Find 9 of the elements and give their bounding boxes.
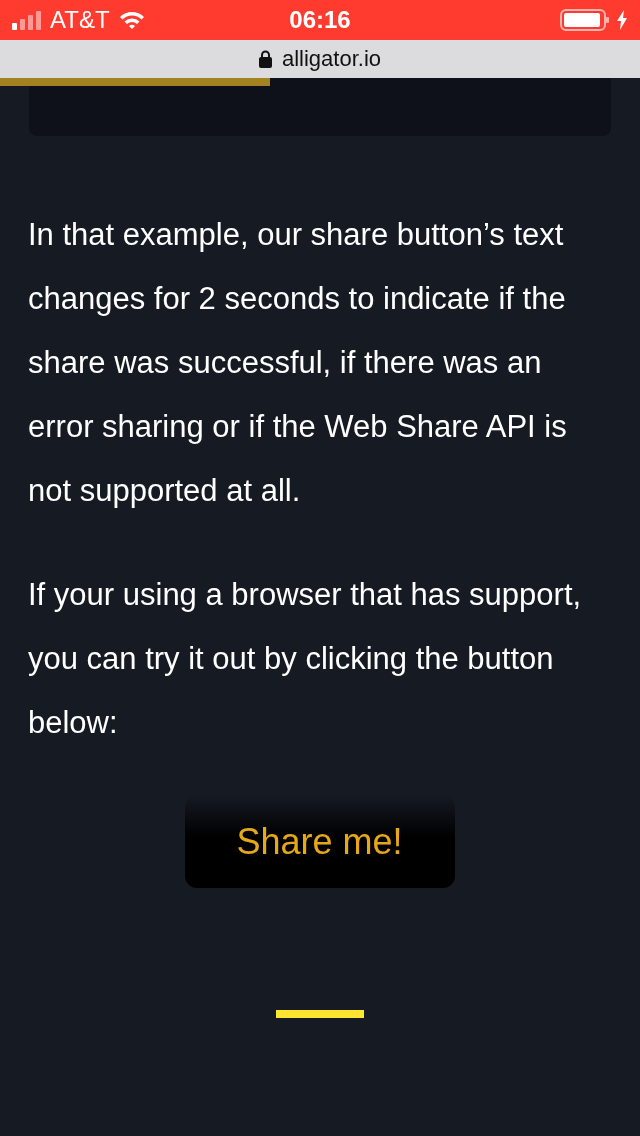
- paragraph: In that example, our share button’s text changes for 2 seconds to indicate if the share was successful, if there was an error sharing or if the Web Share API is not supported at all.: [28, 216, 568, 510]
- carrier-name: AT&T: [50, 6, 110, 34]
- lock-icon: [258, 50, 272, 68]
- charging-bolt-icon: [616, 10, 628, 30]
- clock-time: 06:16: [289, 6, 351, 34]
- paragraph: If your using a browser that has support, you can try it out by clicking the button below:: [28, 576, 583, 742]
- battery-icon: [560, 9, 610, 31]
- signal-icon: [12, 10, 42, 30]
- url-text[interactable]: alligator.io: [281, 46, 382, 72]
